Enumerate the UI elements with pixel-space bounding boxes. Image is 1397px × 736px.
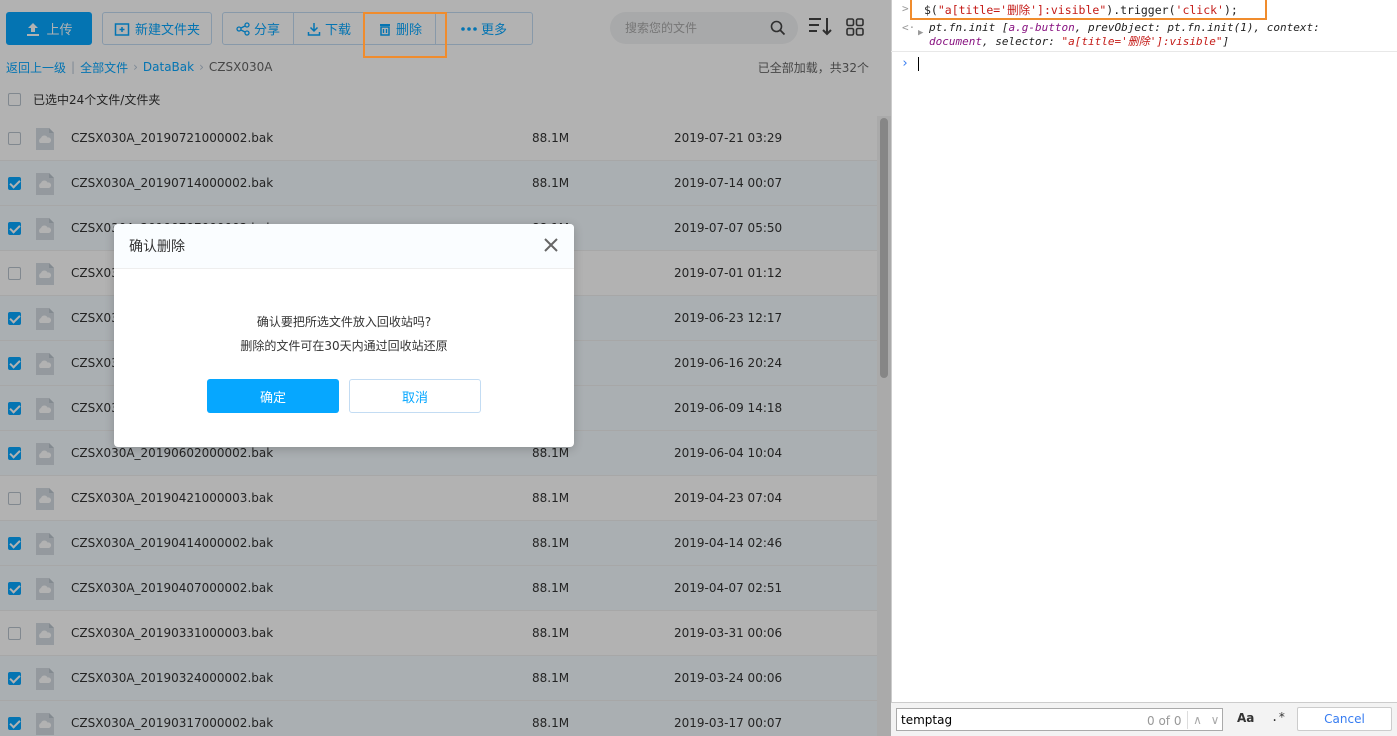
out-f: "a[title='删除']:visible" xyxy=(1061,35,1223,48)
out-b: a.g-button xyxy=(1008,21,1075,34)
prompt-chevron-icon: › xyxy=(901,56,909,71)
find-match-count: 0 of 0 xyxy=(1147,714,1182,728)
chevron-down-icon[interactable]: ∨ xyxy=(1207,711,1223,729)
dialog-title: 确认删除 xyxy=(129,239,185,255)
out-a: pt.fn.init [ xyxy=(929,21,1009,34)
out-e: , selector: xyxy=(981,35,1062,48)
expand-triangle-icon[interactable]: ▶ xyxy=(918,28,923,38)
find-bar: 0 of 0 ∧ ∨ Aa .* Cancel xyxy=(891,702,1397,736)
devtools-console-pane xyxy=(891,0,1397,736)
find-cancel-button[interactable]: Cancel xyxy=(1297,707,1392,731)
command-highlight xyxy=(910,0,1267,20)
out-d: document xyxy=(929,35,982,48)
input-chevron-icon: > xyxy=(902,2,909,15)
chevron-up-icon[interactable]: ∧ xyxy=(1187,711,1207,729)
confirm-button[interactable]: 确定 xyxy=(207,379,339,413)
out-g: ] xyxy=(1222,35,1230,48)
dialog-submessage: 删除的文件可在30天内通过回收站还原 xyxy=(240,339,448,353)
dialog-header: 确认删除 xyxy=(114,224,574,269)
confirm-delete-dialog: 确认删除 确认要把所选文件放入回收站吗? 删除的文件可在30天内通过回收站还原 … xyxy=(114,224,574,447)
output-return-icon: <· xyxy=(902,21,916,34)
dialog-message: 确认要把所选文件放入回收站吗? xyxy=(256,315,432,329)
out-c: , prevObject: pt.fn.init(1), context: xyxy=(1074,21,1320,34)
close-icon[interactable] xyxy=(544,238,558,252)
file-manager-pane: 上传 新建文件夹 分享 下载 删除 更多 搜索您的文件 返回上一级 | 全部文件… xyxy=(0,0,891,736)
console-divider xyxy=(891,51,1397,52)
match-case-toggle[interactable]: Aa xyxy=(1237,711,1254,725)
regex-toggle[interactable]: .* xyxy=(1271,710,1285,724)
console-caret[interactable] xyxy=(918,57,919,71)
find-field: 0 of 0 ∧ ∨ xyxy=(896,708,1223,731)
cancel-button[interactable]: 取消 xyxy=(349,379,481,413)
find-input[interactable] xyxy=(901,711,1131,728)
console-output[interactable]: pt.fn.init [a.g-button, prevObject: pt.f… xyxy=(929,21,1389,49)
